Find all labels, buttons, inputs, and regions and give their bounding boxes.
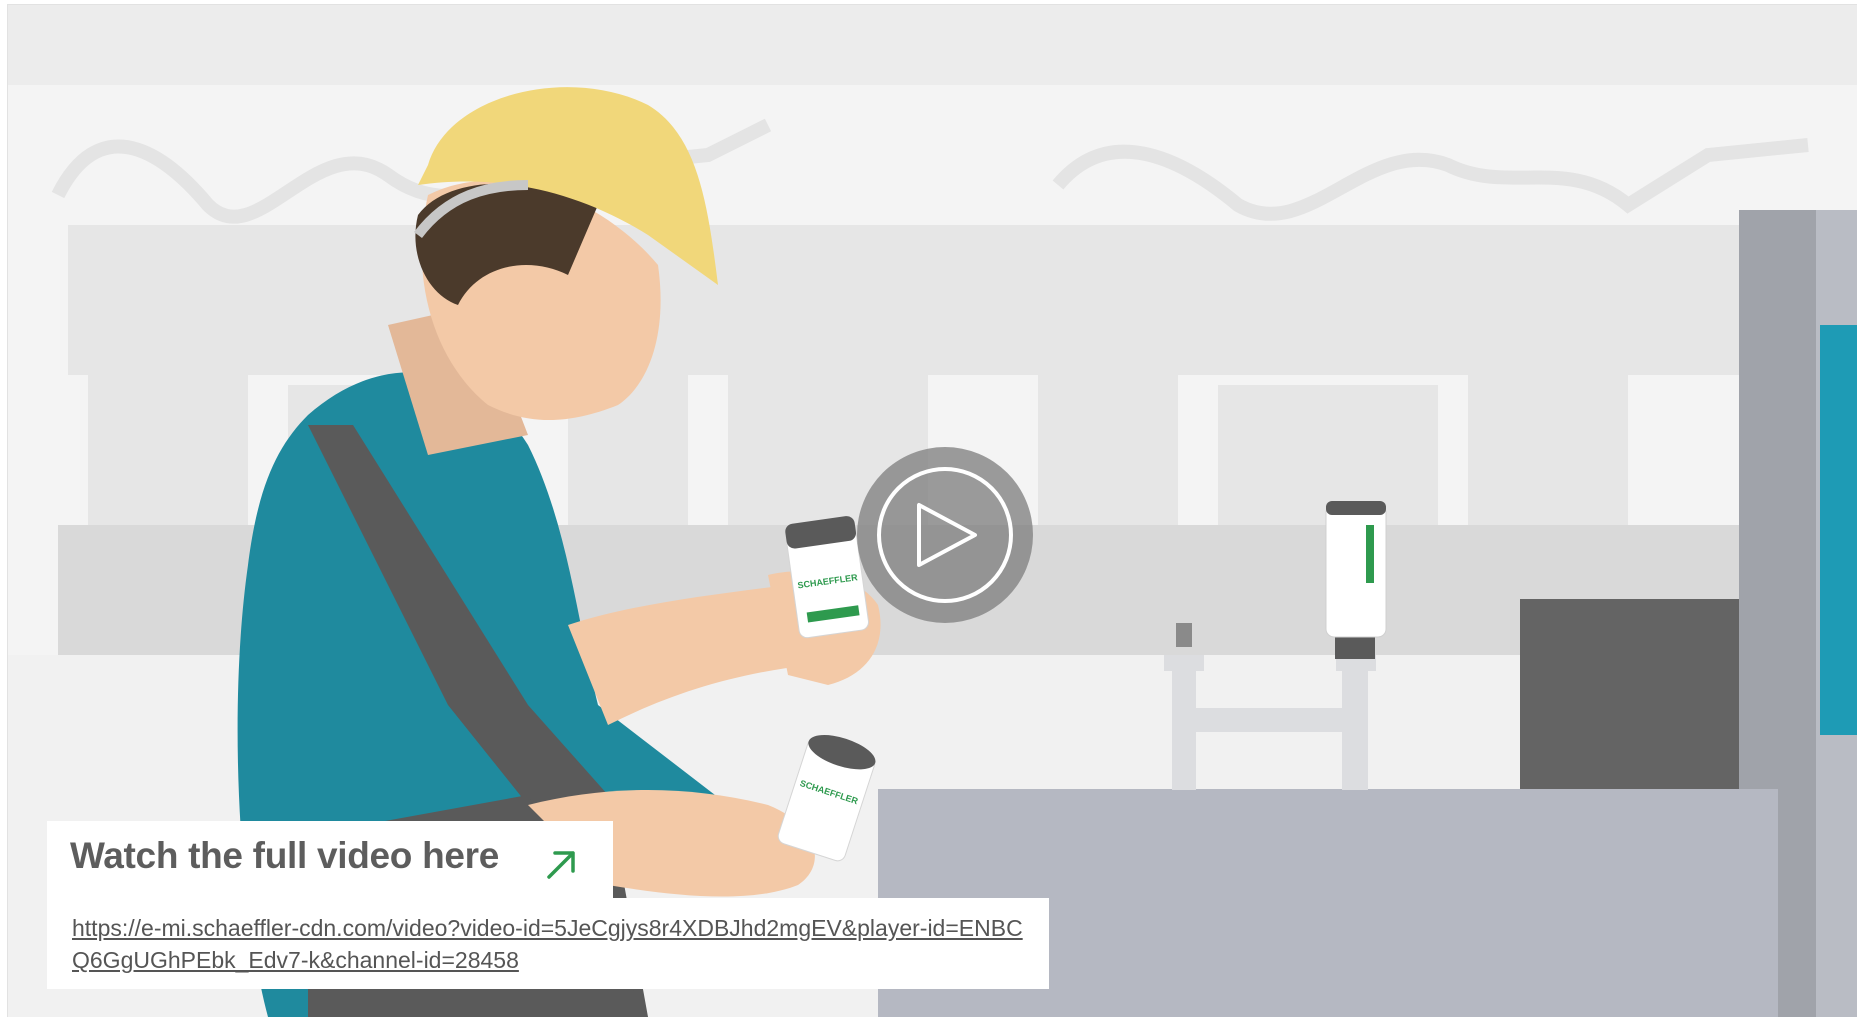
ceiling-band [8, 5, 1857, 85]
video-url-link[interactable]: https://e-mi.schaeffler-cdn.com/video?vi… [72, 912, 1032, 976]
cta-title: Watch the full video here [70, 835, 500, 876]
canister-body [1325, 504, 1387, 638]
valve-top [1176, 623, 1192, 647]
play-button[interactable] [857, 447, 1033, 623]
machine-panel-blue [1820, 325, 1857, 735]
arrow-up-right-icon [547, 851, 575, 879]
canister-base [1335, 635, 1375, 659]
video-link-panel: https://e-mi.schaeffler-cdn.com/video?vi… [47, 898, 1049, 989]
watch-video-cta[interactable]: Watch the full video here [47, 821, 613, 899]
canister-label [1366, 525, 1374, 583]
play-icon [877, 467, 1013, 603]
canister-cap [1326, 501, 1386, 515]
video-frame[interactable]: SCHAEFFLER SCHAEFFLER Watch the full vid… [7, 4, 1857, 1017]
machine-block-dark [1520, 599, 1739, 789]
